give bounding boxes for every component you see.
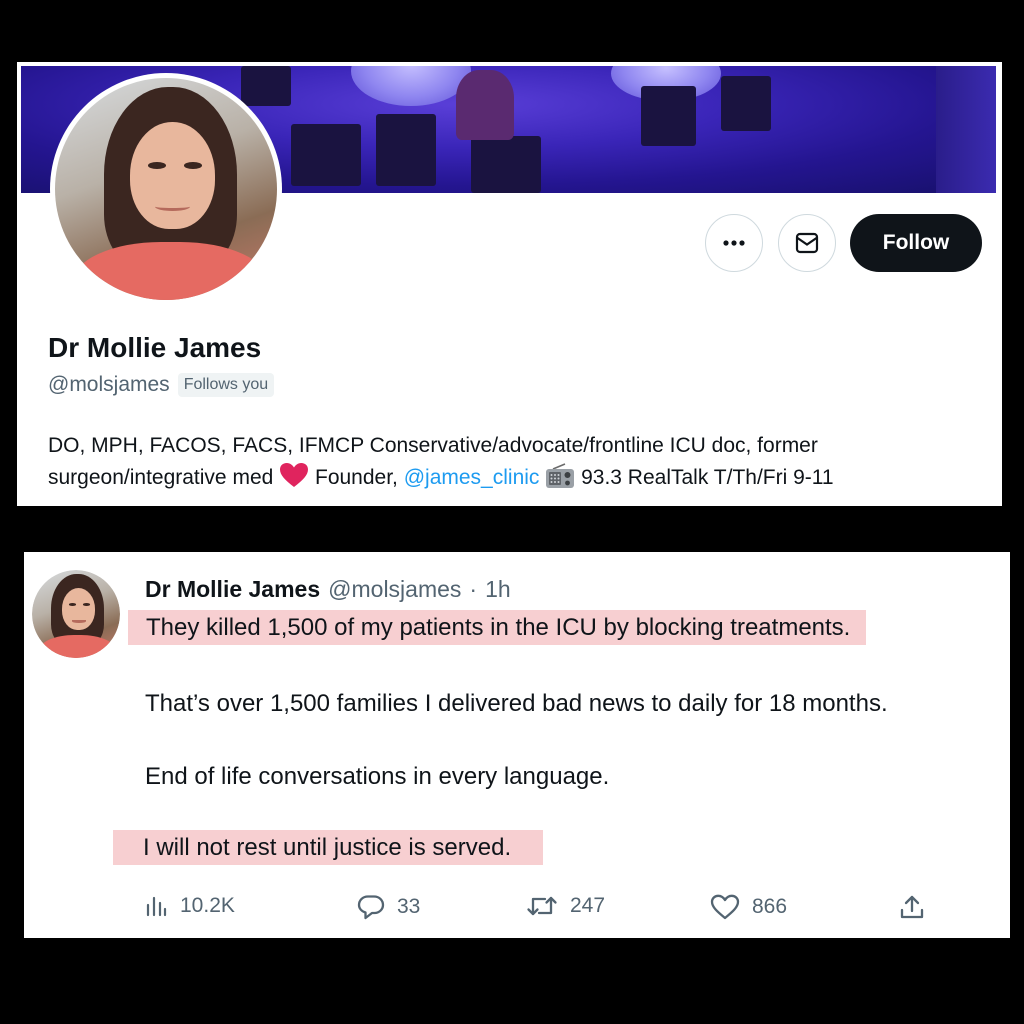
highlighted-text: They killed 1,500 of my patients in the … <box>128 610 867 645</box>
reply-icon <box>357 895 385 920</box>
banner-chair <box>291 124 361 186</box>
tweet-text-line: I will not rest until justice is served. <box>113 830 544 865</box>
bio-mention-link[interactable]: @james_clinic <box>404 466 540 489</box>
banner-table <box>351 66 471 106</box>
tweet-author-handle[interactable]: @molsjames <box>328 576 461 603</box>
reply-count: 33 <box>397 895 421 918</box>
banner-chair <box>721 76 771 131</box>
tweet-separator: · <box>469 576 478 602</box>
avatar-eye <box>183 162 202 170</box>
profile-handle: @molsjames <box>48 373 170 396</box>
follows-you-badge: Follows you <box>177 373 275 397</box>
bio-text: Founder, <box>309 466 404 489</box>
avatar-shirt <box>72 242 269 300</box>
avatar-eye <box>148 162 166 170</box>
banner-chair <box>376 114 436 186</box>
message-button[interactable] <box>778 214 836 272</box>
tweet-text-line: They killed 1,500 of my patients in the … <box>128 610 867 645</box>
heart-icon <box>710 894 740 920</box>
retweet-icon <box>527 896 557 916</box>
reply-button[interactable]: 33 <box>357 894 420 920</box>
highlighted-text: I will not rest until justice is served. <box>113 830 544 865</box>
tweet-card[interactable]: Dr Mollie James @molsjames · 1h They kil… <box>24 552 1010 938</box>
avatar-face <box>61 587 96 630</box>
follow-button[interactable]: Follow <box>850 214 982 272</box>
views-count: 10.2K <box>180 894 235 917</box>
tweet-actions: 10.2K 33 247 866 <box>144 894 964 926</box>
tweet-text-line: End of life conversations in every langu… <box>145 763 610 790</box>
tweet-timestamp[interactable]: 1h <box>485 576 511 603</box>
red-heart-icon <box>280 463 309 487</box>
banner-person <box>456 70 514 140</box>
more-button[interactable] <box>705 214 763 272</box>
banner-chair <box>241 66 291 106</box>
profile-display-name: Dr Mollie James <box>48 332 262 363</box>
like-count: 866 <box>752 895 788 918</box>
radio-icon <box>546 463 575 488</box>
profile-handle-row: @molsjames Follows you <box>48 373 275 397</box>
profile-bio: DO, MPH, FACOS, FACS, IFMCP Conservative… <box>48 430 978 494</box>
avatar-photo <box>55 78 277 300</box>
share-button[interactable] <box>899 894 925 920</box>
retweet-count: 247 <box>570 894 606 917</box>
profile-avatar[interactable] <box>50 73 282 305</box>
banner-wall <box>936 66 996 193</box>
analytics-icon <box>146 896 167 917</box>
profile-card: Follow Dr Mollie James @molsjames Follow… <box>17 62 1002 506</box>
tweet-header: Dr Mollie James @molsjames · 1h <box>145 576 511 603</box>
envelope-icon <box>795 232 819 254</box>
avatar-shirt <box>39 635 117 658</box>
tweet-text-line: That’s over 1,500 families I delivered b… <box>145 690 888 717</box>
avatar-photo <box>32 570 120 658</box>
banner-chair <box>641 86 696 146</box>
like-button[interactable]: 866 <box>710 894 787 920</box>
avatar-face <box>130 122 215 229</box>
tweet-avatar[interactable] <box>32 570 120 658</box>
retweet-button[interactable]: 247 <box>526 894 605 918</box>
more-icon <box>723 240 745 246</box>
views-button[interactable]: 10.2K <box>144 894 235 918</box>
bio-text: 93.3 RealTalk T/Th/Fri 9-11 <box>575 466 834 489</box>
tweet-author-name[interactable]: Dr Mollie James <box>145 576 320 603</box>
banner-chair <box>471 136 541 193</box>
avatar-mouth <box>71 619 86 623</box>
share-icon <box>900 895 924 919</box>
